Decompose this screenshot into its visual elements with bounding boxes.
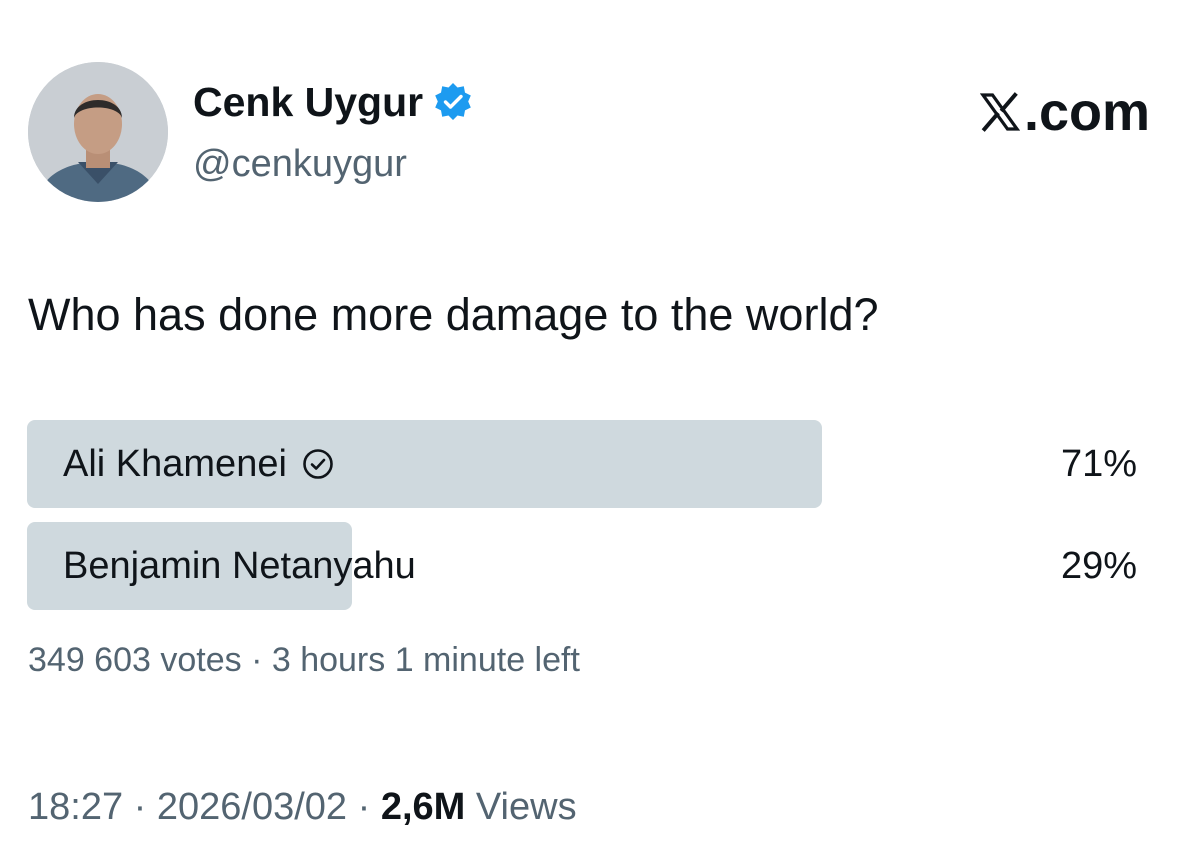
poll-option-label: Ali Khamenei <box>63 442 287 485</box>
poll-option[interactable]: Ali Khamenei 71% <box>27 420 1147 508</box>
poll-option[interactable]: Benjamin Netanyahu 29% <box>27 522 1147 610</box>
poll-time-left: 3 hours 1 minute left <box>271 641 580 679</box>
poll-option-percent: 71% <box>1060 442 1137 485</box>
poll-option-label: Benjamin Netanyahu <box>63 544 416 587</box>
separator: · <box>123 786 157 828</box>
separator: · <box>347 786 381 828</box>
site-label: .com <box>1023 82 1150 142</box>
poll-vote-count: 349 603 votes <box>28 641 242 679</box>
tweet-text: Who has done more damage to the world? <box>28 289 879 340</box>
poll: Ali Khamenei 71% Benjamin Netanyahu 29% <box>27 420 1147 624</box>
author-handle[interactable]: @cenkuygur <box>193 140 407 188</box>
x-logo-icon <box>979 92 1020 132</box>
views-count[interactable]: 2,6M <box>381 786 465 828</box>
tweet-date[interactable]: 2026/03/02 <box>157 786 347 828</box>
site-branding: .com <box>979 82 1150 142</box>
verified-badge-icon <box>435 83 471 120</box>
author-name[interactable]: Cenk Uygur <box>193 77 473 127</box>
check-circle-icon <box>303 449 333 479</box>
author-name-text: Cenk Uygur <box>193 79 424 125</box>
avatar-image <box>28 62 168 202</box>
avatar[interactable] <box>28 62 168 202</box>
tweet-time[interactable]: 18:27 <box>28 786 123 828</box>
poll-option-percent: 29% <box>1060 544 1137 587</box>
tweet-footer: 18:27 · 2026/03/02 · 2,6M Views <box>28 782 577 832</box>
separator: · <box>241 641 272 679</box>
views-label: Views <box>465 786 577 828</box>
poll-meta: 349 603 votes · 3 hours 1 minute left <box>28 638 580 682</box>
